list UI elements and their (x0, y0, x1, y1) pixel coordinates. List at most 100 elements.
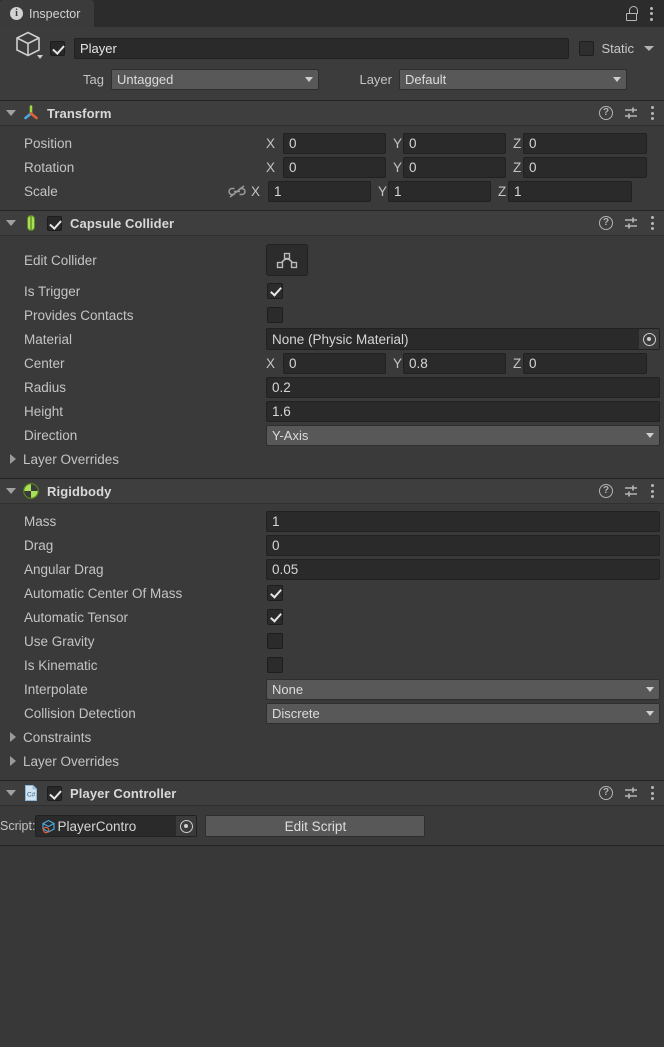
component-header-icons: ? (599, 786, 654, 800)
row-automatic-tensor: Automatic Tensor (0, 606, 664, 628)
scale-y-input[interactable]: 1 (388, 180, 491, 202)
label-direction: Direction (24, 427, 78, 443)
static-checkbox[interactable] (579, 40, 595, 56)
preset-icon[interactable] (624, 107, 639, 120)
component-header-transform[interactable]: Transform ? (0, 101, 664, 126)
position-y-input[interactable]: 0 (403, 132, 506, 154)
help-icon[interactable]: ? (599, 786, 613, 800)
chevron-down-icon (646, 710, 654, 716)
layer-dropdown[interactable]: Default (399, 69, 627, 90)
label-mass: Mass (24, 513, 57, 529)
mass-input[interactable]: 1 (266, 510, 660, 532)
automatic-center-of-mass-checkbox[interactable] (267, 585, 283, 601)
kebab-menu-icon[interactable] (650, 216, 654, 230)
kebab-menu-icon[interactable] (650, 484, 654, 498)
component-header-rigidbody[interactable]: Rigidbody ? (0, 479, 664, 504)
center-y-input[interactable]: 0.8 (403, 352, 506, 374)
label-automatic-center-of-mass: Automatic Center Of Mass (24, 585, 183, 601)
tag-dropdown[interactable]: Untagged (111, 69, 319, 90)
edit-collider-button[interactable] (266, 244, 308, 276)
row-use-gravity: Use Gravity (0, 630, 664, 652)
script-object-field[interactable]: PlayerContro (35, 815, 198, 837)
help-icon[interactable]: ? (599, 106, 613, 120)
provides-contacts-checkbox[interactable] (267, 307, 283, 323)
tag-value: Untagged (117, 72, 174, 87)
rotation-y-input[interactable]: 0 (403, 156, 506, 178)
preset-icon[interactable] (624, 485, 639, 498)
tab-inspector[interactable]: i Inspector (0, 0, 95, 27)
edit-script-button[interactable]: Edit Script (205, 815, 426, 837)
row-provides-contacts: Provides Contacts (0, 304, 664, 326)
row-drag: Drag 0 (0, 534, 664, 556)
preset-icon[interactable] (624, 217, 639, 230)
component-body-rigidbody: Mass 1 Drag 0 Angular Drag 0.05 Automati… (0, 504, 664, 780)
component-header-capsule-collider[interactable]: Capsule Collider ? (0, 211, 664, 236)
height-input[interactable]: 1.6 (266, 400, 660, 422)
component-header-player-controller[interactable]: C# Player Controller ? (0, 781, 664, 806)
preset-icon[interactable] (624, 787, 639, 800)
label-height: Height (24, 403, 64, 419)
label-rotation: Rotation (24, 159, 75, 175)
foldout-arrow-icon[interactable] (6, 220, 16, 226)
object-picker-button[interactable] (176, 816, 197, 836)
use-gravity-checkbox[interactable] (267, 633, 283, 649)
lock-open-icon[interactable] (626, 6, 639, 21)
scale-x-input[interactable]: 1 (268, 180, 371, 202)
foldout-arrow-icon[interactable] (6, 110, 16, 116)
collision-detection-dropdown[interactable]: Discrete (266, 702, 660, 724)
foldout-arrow-icon[interactable] (6, 488, 16, 494)
kebab-menu-icon[interactable] (650, 106, 654, 120)
foldout-arrow-icon[interactable] (6, 790, 16, 796)
scale-z-input[interactable]: 1 (508, 180, 632, 202)
object-active-checkbox[interactable] (50, 40, 65, 56)
capsule-collider-icon (22, 214, 40, 232)
object-name-input[interactable]: Player (74, 37, 570, 59)
label-layer-overrides: Layer Overrides (23, 451, 120, 467)
scale-unlink-icon[interactable] (227, 183, 247, 199)
cube-icon[interactable] (10, 30, 46, 66)
row-height: Height 1.6 (0, 400, 664, 422)
is-trigger-checkbox[interactable] (267, 283, 283, 299)
label-scale: Scale (24, 183, 58, 199)
kebab-menu-icon[interactable] (650, 786, 654, 800)
label-provides-contacts: Provides Contacts (24, 307, 134, 323)
static-dropdown-icon[interactable] (644, 45, 654, 51)
rotation-x-input[interactable]: 0 (283, 156, 386, 178)
drag-input[interactable]: 0 (266, 534, 660, 556)
component-enable-checkbox[interactable] (47, 215, 62, 231)
interpolate-dropdown[interactable]: None (266, 678, 660, 700)
help-icon[interactable]: ? (599, 216, 613, 230)
material-object-field[interactable]: None (Physic Material) (266, 328, 660, 350)
direction-dropdown[interactable]: Y-Axis (266, 424, 660, 446)
inspector-tabbar: i Inspector (0, 0, 664, 27)
row-radius: Radius 0.2 (0, 376, 664, 398)
component-header-icons: ? (599, 106, 654, 120)
center-x-input[interactable]: 0 (283, 352, 386, 374)
center-z-input[interactable]: 0 (523, 352, 647, 374)
help-icon[interactable]: ? (599, 484, 613, 498)
kebab-menu-icon[interactable] (649, 6, 653, 21)
row-center: Center X 0 Y 0.8 Z 0 (0, 352, 664, 374)
foldout-arrow-icon (10, 454, 16, 464)
svg-text:C#: C# (27, 792, 36, 799)
radius-input[interactable]: 0.2 (266, 376, 660, 398)
label-radius: Radius (24, 379, 67, 395)
component-capsule-collider: Capsule Collider ? Edit Collider Is Trig… (0, 211, 664, 479)
collision-detection-value: Discrete (272, 705, 320, 721)
foldout-constraints[interactable]: Constraints (0, 726, 664, 748)
label-collision-detection: Collision Detection (24, 705, 136, 721)
component-enable-checkbox[interactable] (47, 785, 62, 801)
object-picker-button[interactable] (639, 329, 659, 349)
label-drag: Drag (24, 537, 54, 553)
is-kinematic-checkbox[interactable] (267, 657, 283, 673)
position-x-input[interactable]: 0 (283, 132, 386, 154)
foldout-layer-overrides-collider[interactable]: Layer Overrides (0, 448, 664, 470)
position-z-input[interactable]: 0 (523, 132, 647, 154)
angular-drag-input[interactable]: 0.05 (266, 558, 660, 580)
axis-label-y: Y (393, 355, 403, 371)
label-constraints: Constraints (23, 729, 92, 745)
automatic-tensor-checkbox[interactable] (267, 609, 283, 625)
foldout-layer-overrides-rigidbody[interactable]: Layer Overrides (0, 750, 664, 772)
tabbar-icons (626, 0, 664, 27)
rotation-z-input[interactable]: 0 (523, 156, 647, 178)
